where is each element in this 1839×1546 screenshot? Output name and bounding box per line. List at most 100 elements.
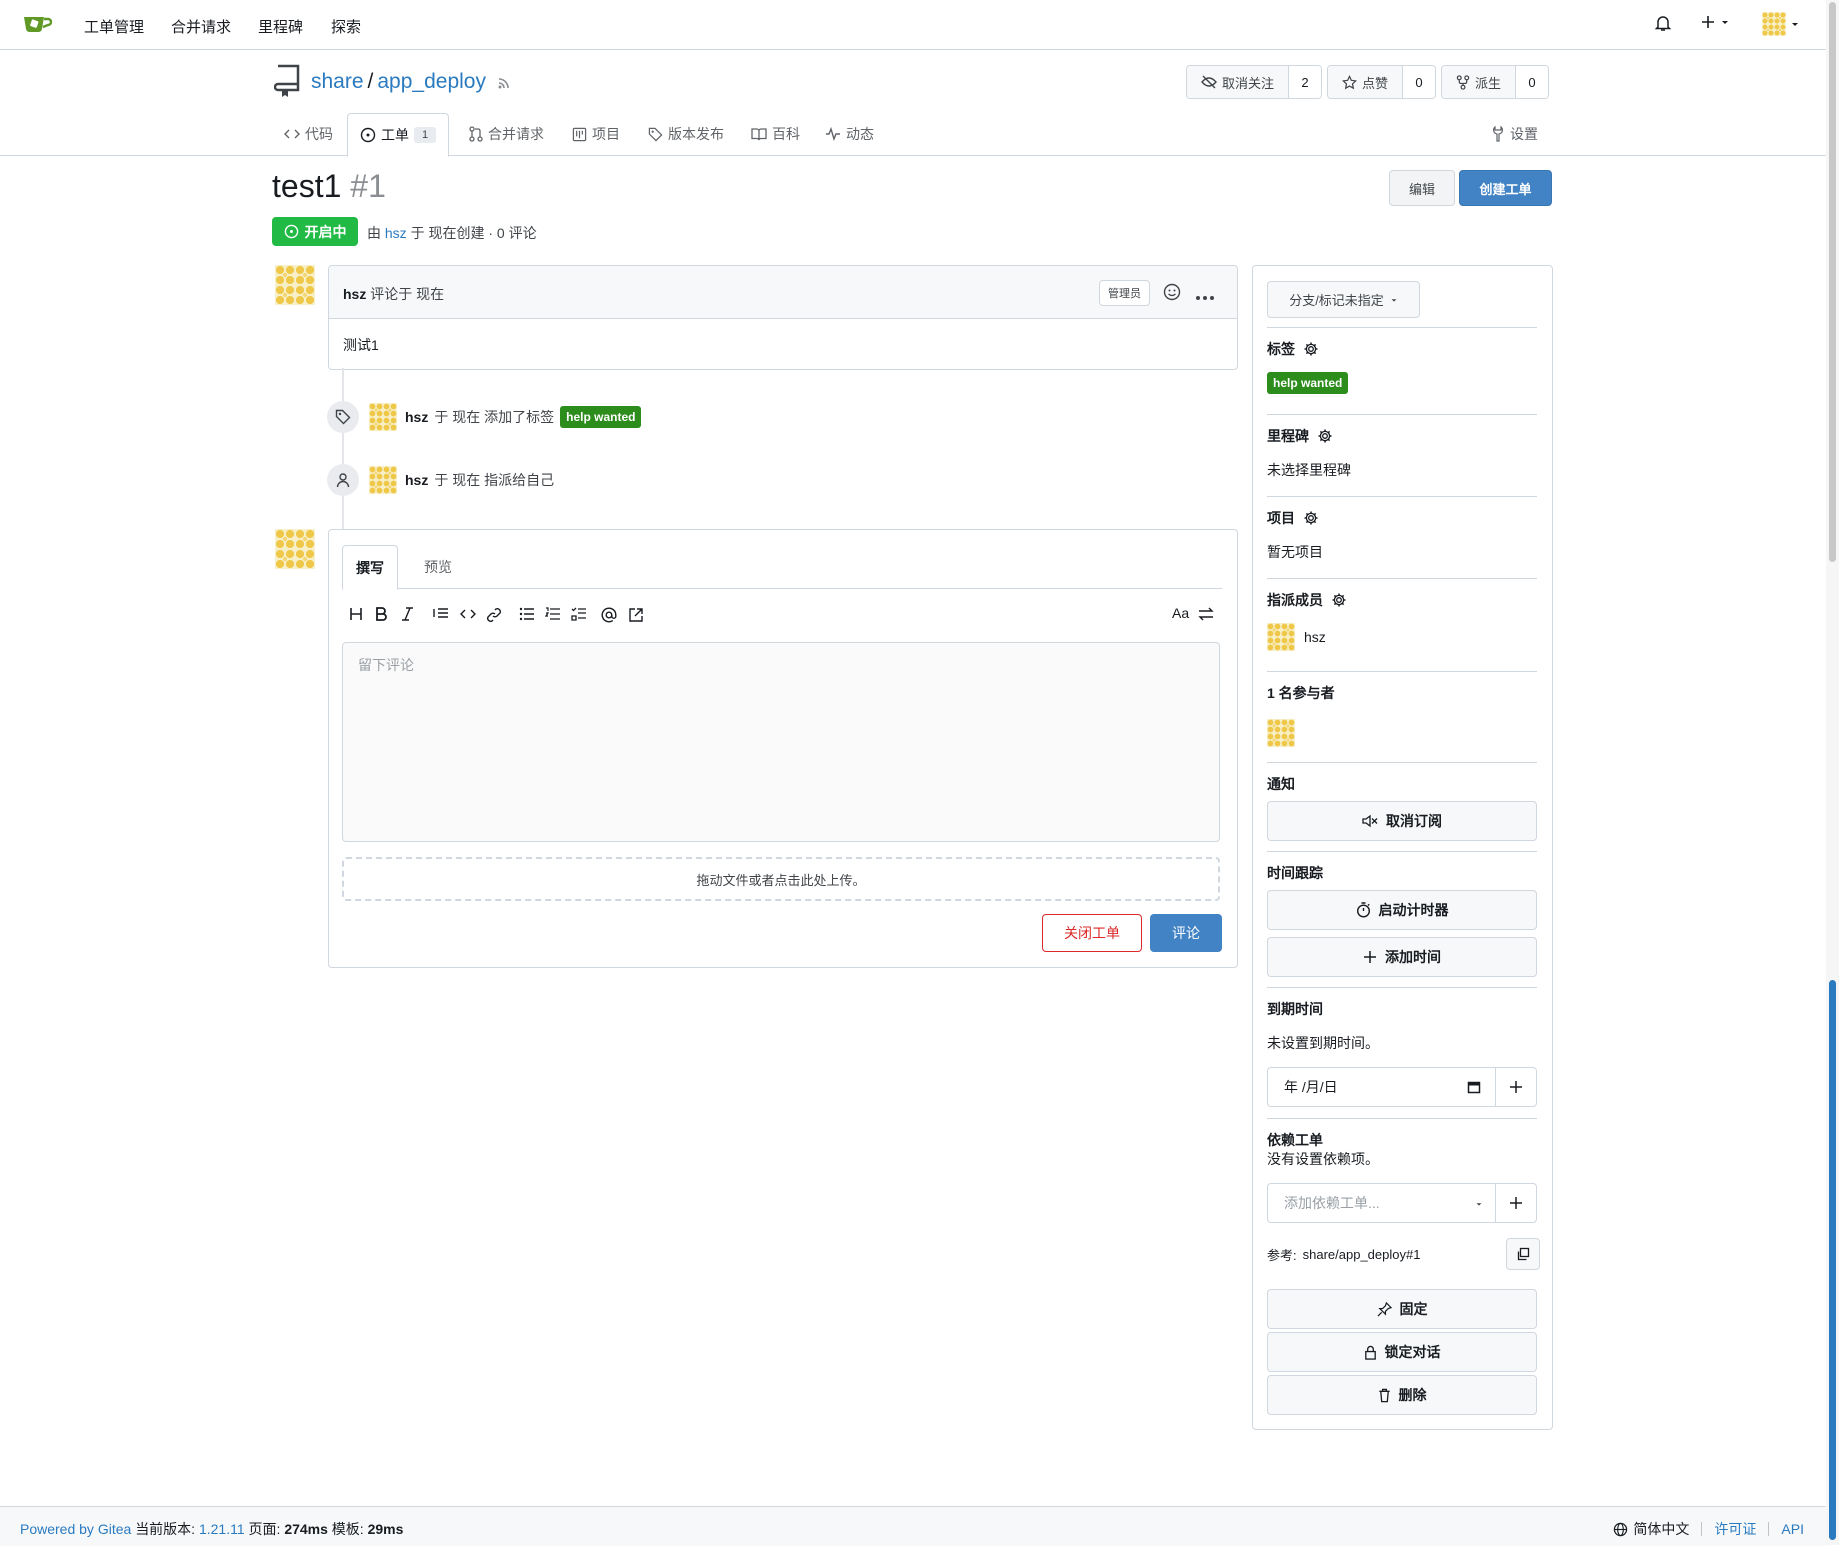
tag-icon bbox=[648, 127, 663, 141]
plus-icon bbox=[1510, 1197, 1522, 1209]
star-count[interactable]: 0 bbox=[1402, 66, 1436, 98]
version-link[interactable]: 1.21.11 bbox=[199, 1521, 245, 1537]
author-link[interactable]: hsz bbox=[385, 225, 407, 241]
bell-icon[interactable] bbox=[1654, 14, 1672, 35]
repo-owner-link[interactable]: share bbox=[311, 70, 364, 93]
switch-editor-icon[interactable] bbox=[1198, 607, 1214, 624]
tab-write[interactable]: 撰写 bbox=[342, 545, 398, 590]
participant-avatar[interactable] bbox=[1267, 719, 1295, 747]
font-toggle[interactable]: Aa bbox=[1172, 605, 1189, 621]
kebab-horizontal-icon[interactable] bbox=[1195, 288, 1215, 304]
unordered-list-icon[interactable] bbox=[519, 607, 535, 624]
language-selector[interactable]: 简体中文 bbox=[1613, 1519, 1689, 1539]
tab-activity[interactable]: 动态 bbox=[825, 113, 874, 155]
event-text: hsz 于 现在 添加了标签 help wanted bbox=[405, 406, 642, 428]
event-description: 于 现在 指派给自己 bbox=[434, 472, 555, 488]
close-issue-button[interactable]: 关闭工单 bbox=[1042, 914, 1142, 952]
avatar[interactable] bbox=[369, 466, 397, 494]
assignee-item[interactable]: hsz bbox=[1267, 623, 1537, 651]
label-help-wanted[interactable]: help wanted bbox=[1267, 372, 1349, 394]
nav-explore[interactable]: 探索 bbox=[331, 16, 361, 37]
issue-opened-icon bbox=[284, 224, 298, 239]
smiley-icon[interactable] bbox=[1163, 283, 1181, 304]
add-time-button[interactable]: 添加时间 bbox=[1267, 937, 1537, 977]
fork-button-group[interactable]: 派生 0 bbox=[1441, 65, 1550, 99]
tab-releases[interactable]: 版本发布 bbox=[648, 113, 724, 155]
watch-count[interactable]: 2 bbox=[1288, 66, 1322, 98]
tab-settings[interactable]: 设置 bbox=[1491, 113, 1538, 155]
tab-wiki[interactable]: 百科 bbox=[751, 113, 800, 155]
watch-button-group[interactable]: 取消关注 2 bbox=[1186, 65, 1323, 99]
unwatch-button[interactable]: 取消关注 bbox=[1187, 66, 1289, 98]
unsubscribe-button[interactable]: 取消订阅 bbox=[1267, 801, 1537, 841]
upload-dropzone[interactable]: 拖动文件或者点击此处上传。 bbox=[342, 857, 1220, 901]
copy-reference-button[interactable] bbox=[1506, 1238, 1540, 1270]
current-user-avatar[interactable] bbox=[275, 529, 315, 569]
fork-button[interactable]: 派生 bbox=[1442, 66, 1516, 98]
new-issue-button[interactable]: 创建工单 bbox=[1459, 170, 1552, 206]
pin-button[interactable]: 固定 bbox=[1267, 1289, 1537, 1329]
event-author[interactable]: hsz bbox=[405, 472, 428, 488]
labels-list: help wanted bbox=[1267, 372, 1537, 394]
ordered-list-icon[interactable] bbox=[544, 607, 561, 624]
avatar[interactable] bbox=[369, 403, 397, 431]
fork-count[interactable]: 0 bbox=[1515, 66, 1549, 98]
cross-reference-icon[interactable] bbox=[628, 607, 644, 626]
powered-by-link[interactable]: Powered by Gitea bbox=[20, 1521, 131, 1537]
link-icon[interactable] bbox=[486, 607, 502, 626]
tab-projects[interactable]: 项目 bbox=[572, 113, 620, 155]
star-button[interactable]: 点赞 bbox=[1328, 66, 1403, 98]
dependency-search[interactable]: 添加依赖工单... bbox=[1268, 1184, 1495, 1222]
event-author[interactable]: hsz bbox=[405, 409, 428, 425]
page-time-label: 页面: bbox=[248, 1521, 281, 1537]
bold-icon[interactable] bbox=[375, 607, 388, 624]
comment-time: 评论于 现在 bbox=[370, 286, 445, 302]
star-button-group[interactable]: 点赞 0 bbox=[1327, 65, 1437, 99]
tab-pulls[interactable]: 合并请求 bbox=[469, 113, 544, 155]
delete-button[interactable]: 删除 bbox=[1267, 1375, 1537, 1415]
label-help-wanted[interactable]: help wanted bbox=[560, 406, 642, 428]
tab-code[interactable]: 代码 bbox=[284, 113, 333, 155]
start-timer-button[interactable]: 启动计时器 bbox=[1267, 890, 1537, 930]
mention-icon[interactable] bbox=[601, 607, 617, 626]
nav-milestones[interactable]: 里程碑 bbox=[258, 16, 303, 37]
divider bbox=[1267, 1118, 1537, 1119]
api-link[interactable]: API bbox=[1781, 1521, 1804, 1537]
gitea-logo-icon[interactable] bbox=[22, 13, 53, 38]
code-icon[interactable] bbox=[460, 607, 476, 624]
task-list-icon[interactable] bbox=[571, 607, 587, 624]
due-date-input[interactable]: 年 /月/日 bbox=[1268, 1068, 1495, 1106]
comment-author-avatar[interactable] bbox=[275, 265, 315, 305]
comment-button[interactable]: 评论 bbox=[1150, 914, 1222, 952]
labels-heading[interactable]: 标签 bbox=[1267, 339, 1537, 359]
nav-pulls[interactable]: 合并请求 bbox=[171, 16, 231, 37]
tab-issues[interactable]: 工单 1 bbox=[347, 113, 450, 157]
comment-textarea[interactable]: 留下评论 bbox=[342, 642, 1220, 842]
scrollbar-thumb[interactable] bbox=[1829, 2, 1836, 562]
create-menu[interactable] bbox=[1700, 14, 1730, 30]
user-menu[interactable] bbox=[1762, 12, 1800, 36]
copy-icon bbox=[1517, 1247, 1530, 1261]
branch-select[interactable]: 分支/标记未指定 bbox=[1267, 281, 1420, 318]
edit-button[interactable]: 编辑 bbox=[1389, 170, 1455, 206]
projects-value: 暂无项目 bbox=[1267, 544, 1323, 560]
nav-issues[interactable]: 工单管理 bbox=[84, 16, 144, 37]
repo-name-link[interactable]: app_deploy bbox=[377, 70, 486, 93]
rss-icon[interactable] bbox=[496, 75, 512, 94]
template-time-label: 模板: bbox=[331, 1521, 364, 1537]
divider bbox=[1267, 762, 1537, 763]
quote-icon[interactable] bbox=[433, 607, 449, 624]
tab-preview[interactable]: 预览 bbox=[424, 545, 452, 588]
license-link[interactable]: 许可证 bbox=[1714, 1519, 1756, 1539]
comment-author-name[interactable]: hsz bbox=[343, 286, 366, 302]
footer-links: 简体中文 许可证 API bbox=[1613, 1519, 1804, 1539]
add-dependency-button[interactable] bbox=[1495, 1184, 1536, 1222]
tab-issues-label: 工单 bbox=[381, 127, 409, 143]
heading-icon[interactable] bbox=[349, 607, 363, 624]
milestone-heading[interactable]: 里程碑 bbox=[1267, 426, 1537, 446]
add-due-date-button[interactable] bbox=[1495, 1068, 1536, 1106]
assignees-heading[interactable]: 指派成员 bbox=[1267, 590, 1537, 610]
italic-icon[interactable] bbox=[401, 607, 414, 624]
lock-button[interactable]: 锁定对话 bbox=[1267, 1332, 1537, 1372]
projects-heading[interactable]: 项目 bbox=[1267, 508, 1537, 528]
